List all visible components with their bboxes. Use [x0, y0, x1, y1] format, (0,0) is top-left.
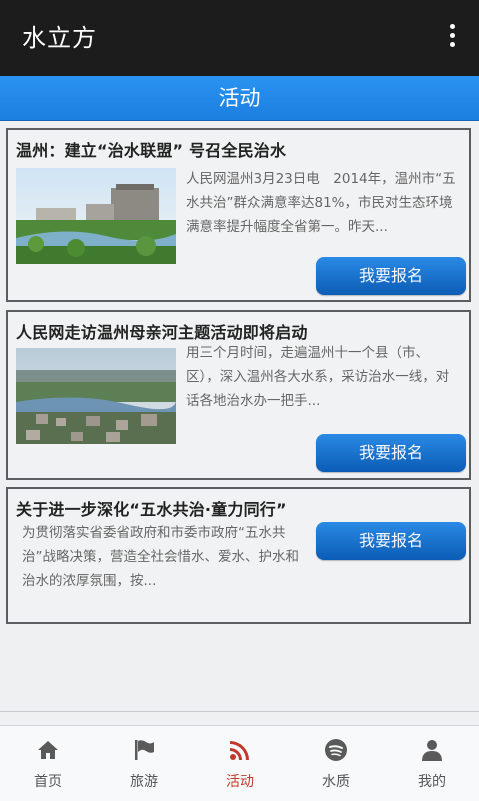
- activity-card[interactable]: 关于进一步深化“五水共治·童力同行” 为贯彻落实省委省政府和市委市政府“五水共治…: [6, 487, 471, 624]
- activity-thumbnail[interactable]: [16, 168, 176, 264]
- tab-travel[interactable]: 旅游: [96, 726, 192, 801]
- tab-label: 旅游: [130, 774, 158, 790]
- activity-thumbnail[interactable]: [16, 348, 176, 444]
- tab-label: 首页: [34, 774, 62, 790]
- rss-icon: [228, 738, 252, 762]
- tab-activity[interactable]: 活动: [192, 726, 288, 801]
- app-bar: 水立方: [0, 0, 479, 76]
- activity-title[interactable]: 人民网走访温州母亲河主题活动即将启动: [16, 319, 308, 343]
- tab-profile[interactable]: 我的: [384, 726, 479, 801]
- activity-excerpt: 为贯彻落实省委省政府和市委市政府“五水共治”战略决策，营造全社会惜水、爱水、护水…: [22, 525, 299, 589]
- activity-excerpt: 人民网温州3月23日电 2014年，温州市“五水共治”群众满意率达81%，市民对…: [186, 171, 456, 235]
- signup-button[interactable]: 我要报名: [316, 522, 466, 560]
- signup-button[interactable]: 我要报名: [316, 434, 466, 472]
- flag-icon: [132, 738, 156, 762]
- home-icon: [36, 738, 60, 762]
- bottom-tab-bar: 首页 旅游 活动 水质 我的: [0, 725, 479, 801]
- tab-label: 我的: [418, 774, 446, 790]
- activity-card[interactable]: 人民网走访温州母亲河主题活动即将启动 用三个月时间，走遍温州十一个县（市、区），…: [6, 310, 471, 480]
- activity-title[interactable]: 关于进一步深化“五水共治·童力同行”: [16, 496, 287, 520]
- activity-card[interactable]: 温州：建立“治水联盟” 号召全民治水 人民网温州3月23日电 2014年，温州市…: [6, 128, 471, 302]
- activity-excerpt: 用三个月时间，走遍温州十一个县（市、区），深入温州各大水系，采访治水一线，对话各…: [186, 345, 450, 409]
- divider: [0, 711, 479, 712]
- spotify-icon: [324, 738, 348, 762]
- section-title: 活动: [0, 76, 479, 121]
- activity-list: 温州：建立“治水联盟” 号召全民治水 人民网温州3月23日电 2014年，温州市…: [0, 121, 479, 726]
- overflow-menu-icon[interactable]: [445, 24, 459, 54]
- signup-button[interactable]: 我要报名: [316, 257, 466, 295]
- tab-label: 活动: [226, 774, 254, 790]
- tab-water-quality[interactable]: 水质: [288, 726, 384, 801]
- activity-title[interactable]: 温州：建立“治水联盟” 号召全民治水: [16, 137, 286, 161]
- user-icon: [420, 738, 444, 762]
- tab-home[interactable]: 首页: [0, 726, 96, 801]
- tab-label: 水质: [322, 774, 350, 790]
- app-title: 水立方: [22, 24, 97, 52]
